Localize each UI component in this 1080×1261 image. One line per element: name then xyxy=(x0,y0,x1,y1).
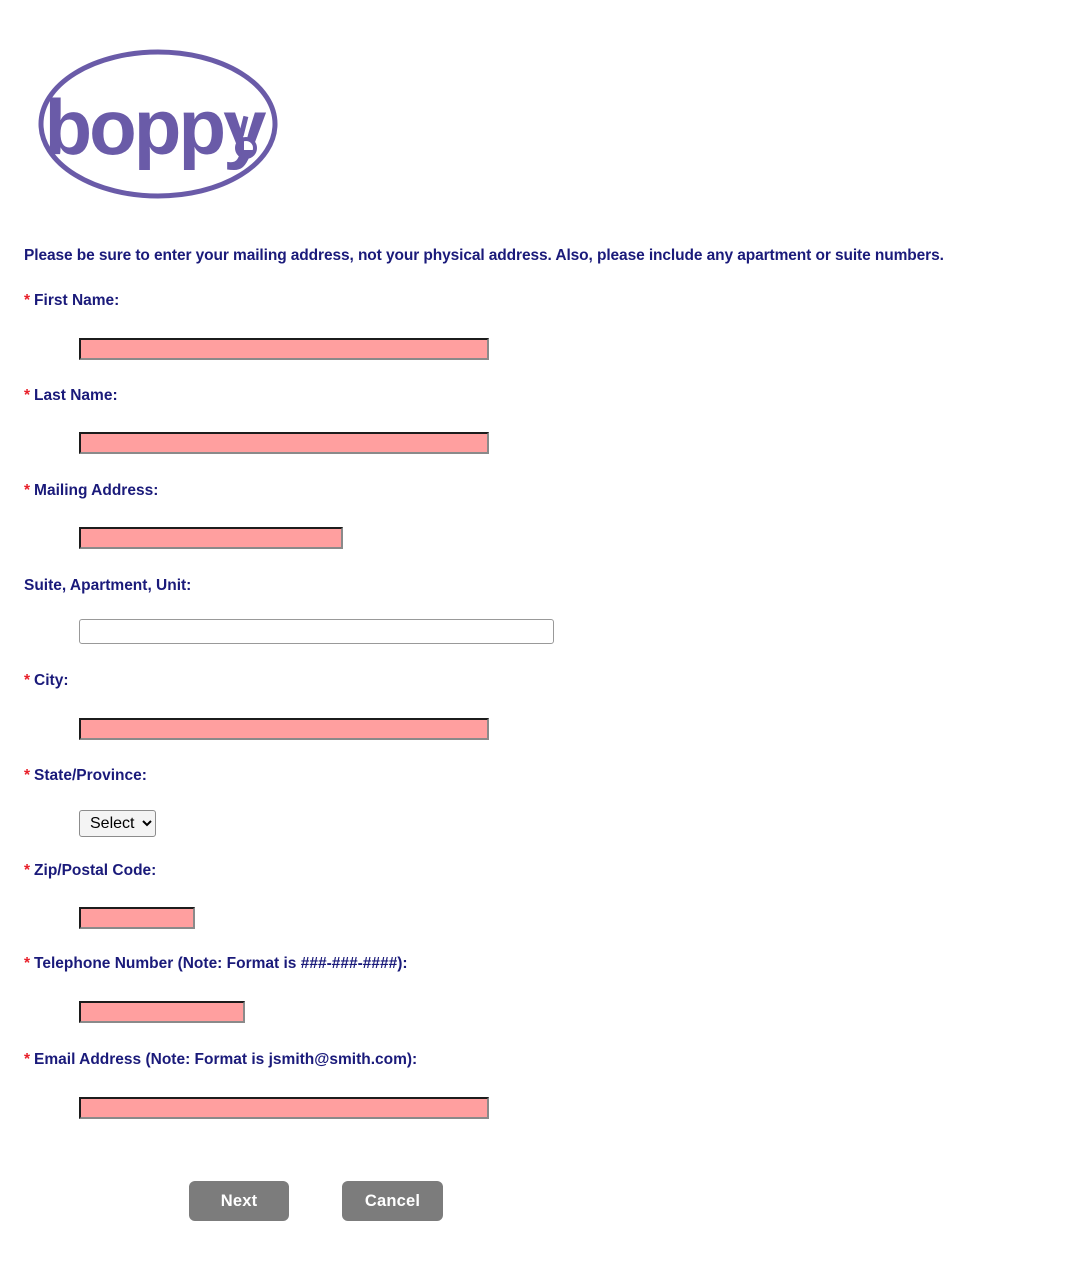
svg-text:boppy: boppy xyxy=(45,83,267,171)
input-zip-postal-code[interactable] xyxy=(79,907,195,929)
boppy-logo: boppy xyxy=(36,44,280,204)
label-text-city: City: xyxy=(34,672,69,689)
input-email-address[interactable] xyxy=(79,1097,489,1119)
select-state-province[interactable]: Select xyxy=(79,810,156,837)
label-state-province: * State/Province: xyxy=(24,767,147,785)
required-asterisk-zip-postal-code: * xyxy=(24,862,31,879)
required-asterisk-email-address: * xyxy=(24,1051,31,1068)
input-mailing-address[interactable] xyxy=(79,527,343,549)
input-suite-apartment-unit[interactable] xyxy=(79,619,554,644)
required-asterisk-first-name: * xyxy=(24,292,31,309)
required-asterisk-state-province: * xyxy=(24,767,31,784)
label-text-state-province: State/Province: xyxy=(34,767,147,784)
form-instructions: Please be sure to enter your mailing add… xyxy=(24,247,944,264)
label-telephone-number: * Telephone Number (Note: Format is ###-#… xyxy=(24,955,408,973)
label-text-zip-postal-code: Zip/Postal Code: xyxy=(34,862,157,879)
label-first-name: * First Name: xyxy=(24,292,119,310)
label-text-telephone-number: Telephone Number (Note: Format is ###-##… xyxy=(34,955,408,972)
input-telephone-number[interactable] xyxy=(79,1001,245,1023)
required-asterisk-last-name: * xyxy=(24,387,31,404)
required-asterisk-city: * xyxy=(24,672,31,689)
label-text-mailing-address: Mailing Address: xyxy=(34,482,159,499)
label-text-email-address: Email Address (Note: Format is jsmith@sm… xyxy=(34,1051,418,1068)
input-first-name[interactable] xyxy=(79,338,489,360)
input-last-name[interactable] xyxy=(79,432,489,454)
label-text-suite-apartment-unit: Suite, Apartment, Unit: xyxy=(24,577,192,594)
input-city[interactable] xyxy=(79,718,489,740)
label-email-address: * Email Address (Note: Format is jsmith@s… xyxy=(24,1051,417,1069)
label-last-name: * Last Name: xyxy=(24,387,118,405)
label-city: * City: xyxy=(24,672,69,690)
required-asterisk-telephone-number: * xyxy=(24,955,31,972)
label-suite-apartment-unit: Suite, Apartment, Unit: xyxy=(24,577,191,595)
required-asterisk-mailing-address: * xyxy=(24,482,31,499)
next-button[interactable]: Next xyxy=(189,1181,289,1221)
label-zip-postal-code: * Zip/Postal Code: xyxy=(24,862,156,880)
label-text-first-name: First Name: xyxy=(34,292,120,309)
label-mailing-address: * Mailing Address: xyxy=(24,482,158,500)
cancel-button[interactable]: Cancel xyxy=(342,1181,443,1221)
boppy-logo-icon: boppy xyxy=(38,49,278,199)
label-text-last-name: Last Name: xyxy=(34,387,118,404)
